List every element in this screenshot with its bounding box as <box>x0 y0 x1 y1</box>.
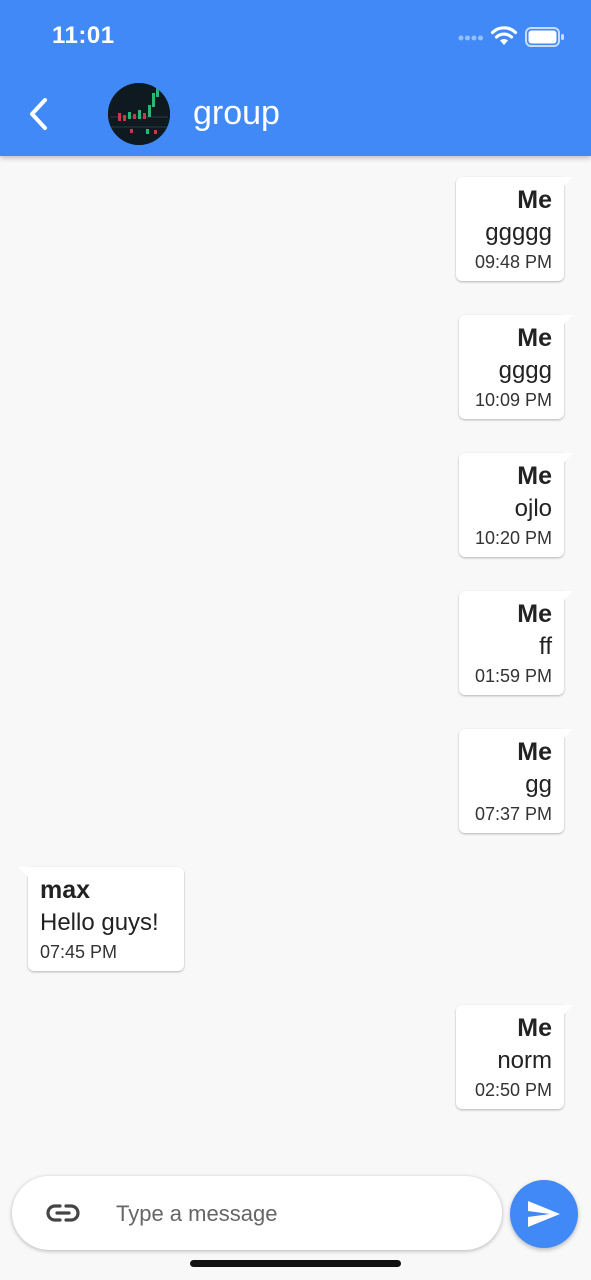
message-sender: Me <box>517 186 552 214</box>
wifi-icon <box>490 26 518 45</box>
status-time: 11:01 <box>52 22 115 49</box>
cellular-signal-icon <box>458 35 483 41</box>
link-icon <box>46 1204 80 1222</box>
chevron-left-icon <box>30 98 47 130</box>
message-text: ggggg <box>485 219 552 246</box>
message-time: 07:37 PM <box>474 804 552 824</box>
message-time: 09:48 PM <box>474 252 552 272</box>
message-sender: Me <box>517 324 552 352</box>
send-button[interactable] <box>510 1180 578 1248</box>
message-bubble[interactable]: max Hello guys! 07:45 PM <box>18 867 184 971</box>
message-time: 07:45 PM <box>40 942 118 962</box>
home-indicator <box>190 1260 401 1267</box>
message-sender: Me <box>517 462 552 490</box>
message-bubble[interactable]: Me ggggg 09:48 PM <box>456 177 573 281</box>
message-bubble[interactable]: Me gg 07:37 PM <box>459 729 573 833</box>
message-time: 10:20 PM <box>474 528 552 548</box>
attach-link-button[interactable] <box>46 1199 80 1232</box>
message-time: 01:59 PM <box>474 666 552 686</box>
message-text: ojlo <box>514 495 552 522</box>
group-avatar[interactable] <box>108 83 170 145</box>
message-composer <box>12 1176 502 1250</box>
message-sender: Me <box>517 1014 552 1042</box>
message-text: gg <box>525 771 552 798</box>
message-bubble[interactable]: Me gggg 10:09 PM <box>459 315 573 419</box>
message-list[interactable]: Me ggggg 09:48 PM Me gggg 10:09 PM Me oj… <box>0 156 591 1166</box>
message-text: gggg <box>498 357 552 384</box>
message-text: Hello guys! <box>40 909 159 936</box>
message-time: 02:50 PM <box>474 1080 552 1100</box>
message-bubble[interactable]: Me norm 02:50 PM <box>456 1005 573 1109</box>
back-button[interactable] <box>18 92 58 136</box>
message-input[interactable] <box>114 1196 478 1232</box>
group-avatar-chart-image <box>108 83 170 145</box>
battery-icon <box>525 27 564 47</box>
message-text: ff <box>539 633 552 660</box>
send-icon <box>528 1201 560 1227</box>
message-sender: Me <box>517 600 552 628</box>
message-bubble[interactable]: Me ojlo 10:20 PM <box>459 453 573 557</box>
message-sender: Me <box>517 738 552 766</box>
app-bar: 11:01 group <box>0 0 591 156</box>
message-bubble[interactable]: Me ff 01:59 PM <box>459 591 573 695</box>
message-time: 10:09 PM <box>474 390 552 410</box>
message-sender: max <box>40 876 91 904</box>
message-text: norm <box>497 1047 552 1074</box>
chat-title: group <box>193 94 280 132</box>
